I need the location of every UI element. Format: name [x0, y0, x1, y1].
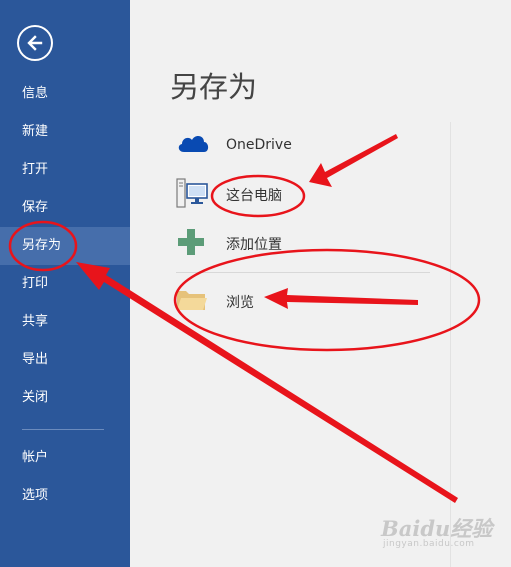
watermark-url: jingyan.baidu.com — [383, 539, 475, 549]
add-place-icon — [176, 227, 206, 261]
nav-new[interactable]: 新建 — [0, 113, 130, 151]
nav-options[interactable]: 选项 — [0, 477, 130, 515]
nav-save-as[interactable]: 另存为 — [0, 227, 130, 265]
nav-open[interactable]: 打开 — [0, 151, 130, 189]
location-add-place[interactable]: 添加位置 — [176, 224, 436, 264]
nav-close[interactable]: 关闭 — [0, 379, 130, 417]
panel-divider — [450, 122, 451, 567]
back-arrow-icon — [27, 35, 43, 51]
nav-export[interactable]: 导出 — [0, 341, 130, 379]
watermark: Baidu经验 jingyan.baidu.com — [373, 509, 493, 553]
nav-share[interactable]: 共享 — [0, 303, 130, 341]
location-onedrive[interactable]: OneDrive — [176, 125, 436, 165]
sidebar-divider — [22, 429, 104, 430]
location-label: 浏览 — [226, 295, 254, 311]
nav-account[interactable]: 帐户 — [0, 439, 130, 477]
back-button[interactable] — [17, 25, 53, 61]
nav-print[interactable]: 打印 — [0, 265, 130, 303]
onedrive-cloud-icon — [176, 132, 210, 158]
location-label: 添加位置 — [226, 237, 282, 253]
backstage-sidebar: 信息 新建 打开 保存 另存为 打印 共享 导出 关闭 帐户 选项 — [0, 0, 130, 567]
save-as-panel: 另存为 OneDrive 这台电脑 添加位置 浏览 — [130, 0, 511, 567]
location-label: OneDrive — [226, 137, 292, 153]
this-pc-icon — [176, 178, 210, 212]
location-label: 这台电脑 — [226, 188, 282, 204]
location-this-pc[interactable]: 这台电脑 — [176, 175, 436, 215]
nav-info[interactable]: 信息 — [0, 75, 130, 113]
page-title: 另存为 — [170, 70, 258, 104]
browse-folder-icon — [176, 288, 208, 316]
location-browse[interactable]: 浏览 — [176, 282, 436, 322]
locations-divider — [176, 272, 430, 273]
nav-save[interactable]: 保存 — [0, 189, 130, 227]
